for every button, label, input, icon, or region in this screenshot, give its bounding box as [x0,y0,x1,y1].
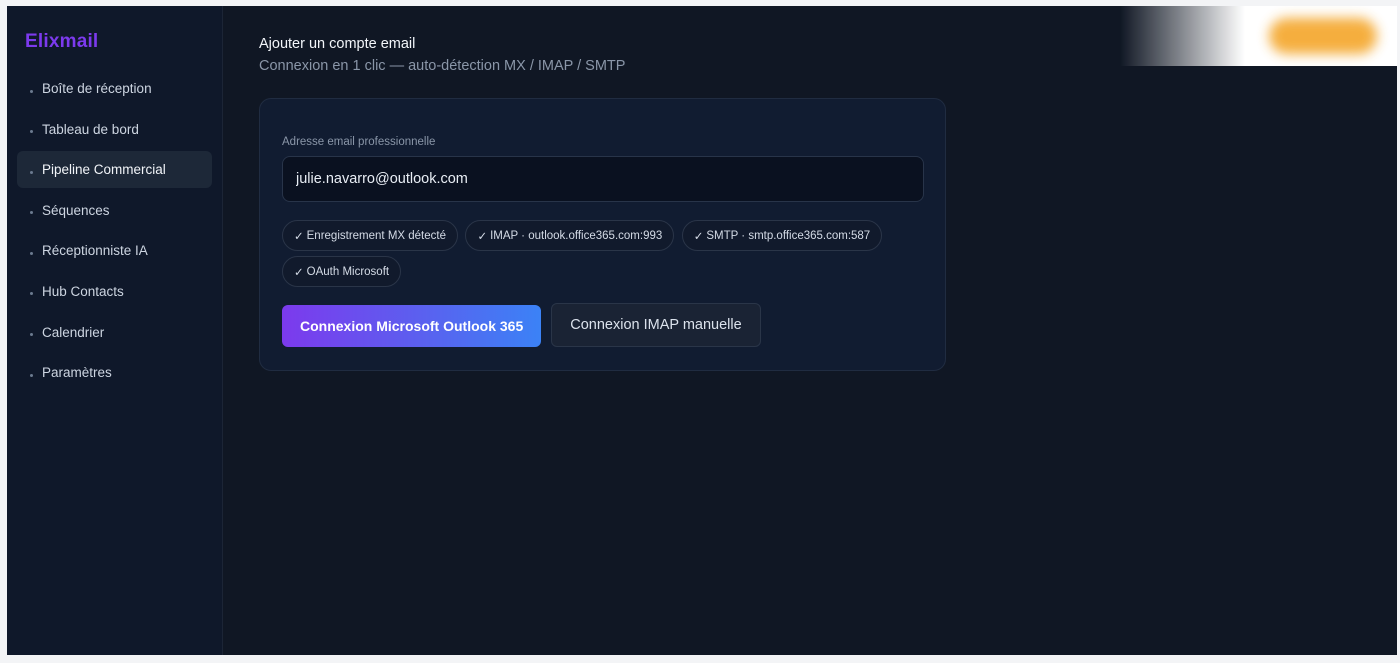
bullet-icon [30,130,33,134]
page-subtitle: Connexion en 1 clic — auto-détection MX … [259,58,626,74]
sidebar-item-ai-receptionist[interactable]: Réceptionniste IA [17,232,212,269]
bullet-icon [30,170,33,174]
bullet-icon [30,333,33,337]
sidebar-nav: Boîte de réception Tableau de bord Pipel… [17,70,212,395]
bullet-icon [30,89,33,93]
sidebar-item-pipeline[interactable]: Pipeline Commercial [17,151,212,189]
action-buttons: Connexion Microsoft Outlook 365 Connexio… [282,303,761,347]
chip-label: Enregistrement MX détecté [306,229,446,242]
sidebar-item-label: Tableau de bord [42,121,139,137]
sidebar-item-label: Calendrier [42,324,105,340]
email-field-label: Adresse email professionnelle [282,136,436,148]
oauth-chip: ✓ OAuth Microsoft [282,256,402,287]
detection-chips: ✓ Enregistrement MX détecté ✓ IMAP · out… [282,220,924,292]
imap-detected-chip: ✓ IMAP · outlook.office365.com:993 [465,220,675,251]
bullet-icon [30,211,33,215]
app-logo[interactable]: Elixmail [25,31,98,53]
bullet-icon [30,292,33,296]
check-icon: ✓ [294,266,304,279]
sidebar-item-label: Séquences [42,202,110,218]
sidebar-item-label: Hub Contacts [42,283,124,299]
sidebar-item-label: Boîte de réception [42,81,152,96]
check-icon: ✓ [477,230,488,243]
check-icon: ✓ [693,230,704,243]
bullet-icon [30,373,33,377]
check-icon: ✓ [294,230,304,243]
sidebar-item-dashboard[interactable]: Tableau de bord [17,111,212,148]
add-account-card: Adresse email professionnelle ✓ Enregist… [259,98,946,371]
chip-label: OAuth Microsoft [306,265,390,278]
bullet-icon [30,251,33,255]
smtp-detected-chip: ✓ SMTP · smtp.office365.com:587 [681,220,883,251]
sidebar: Elixmail Boîte de réception Tableau de b… [7,6,223,655]
app-window: Elixmail Boîte de réception Tableau de b… [7,6,1397,655]
connect-imap-manual-button[interactable]: Connexion IMAP manuelle [551,303,761,347]
sidebar-item-contacts[interactable]: Hub Contacts [17,273,212,310]
sidebar-item-settings[interactable]: Paramètres [17,354,212,391]
top-right-action-button[interactable] [1269,18,1377,54]
sidebar-item-calendar[interactable]: Calendrier [17,314,212,351]
sidebar-item-label: Réceptionniste IA [42,243,148,259]
mx-detected-chip: ✓ Enregistrement MX détecté [282,220,458,251]
page-title: Ajouter un compte email [259,36,416,52]
chip-label: IMAP · outlook.office365.com:993 [490,229,663,242]
chip-label: SMTP · smtp.office365.com:587 [706,229,871,242]
connect-outlook-button[interactable]: Connexion Microsoft Outlook 365 [282,305,542,347]
sidebar-item-sequences[interactable]: Séquences [17,192,212,229]
sidebar-item-inbox[interactable]: Boîte de réception [17,70,212,107]
page-header: Ajouter un compte email Connexion en 1 c… [259,36,625,74]
email-field[interactable] [282,156,924,202]
sidebar-item-label: Pipeline Commercial [42,162,166,178]
sidebar-item-label: Paramètres [42,365,112,381]
